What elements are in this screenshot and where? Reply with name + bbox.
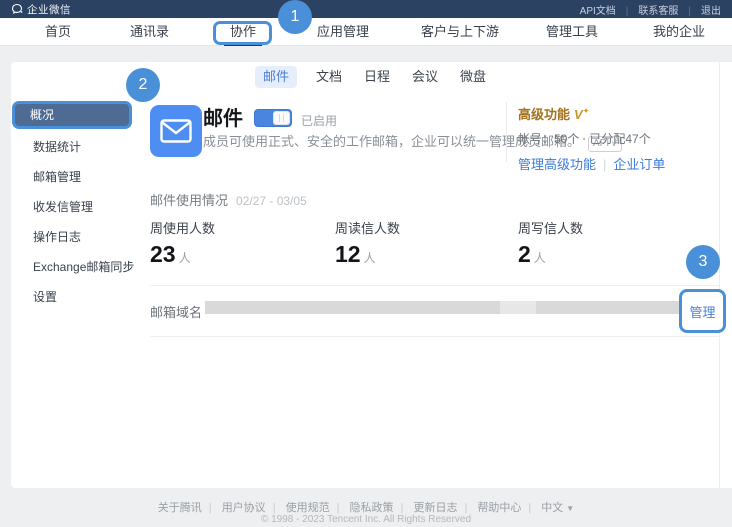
- tab-docs[interactable]: 文档: [308, 66, 350, 88]
- vip-icon: V✦: [574, 107, 589, 122]
- mail-app-icon: [150, 105, 202, 157]
- link-separator: |: [603, 157, 606, 172]
- dot-separator: ·: [582, 132, 586, 146]
- tab-meeting[interactable]: 会议: [404, 66, 446, 88]
- footer-links: 关于腾讯 用户协议 使用规范 隐私政策 更新日志 帮助中心 中文▼: [0, 499, 732, 515]
- topbar: 企业微信 API文档 联系客服 退出: [0, 0, 732, 18]
- copyright-text: © 1998 - 2023 Tencent Inc. All Rights Re…: [0, 514, 732, 525]
- stat-weekly-readers: 周读信人数 12人: [335, 218, 400, 268]
- app-title: 邮件: [203, 102, 243, 131]
- accounts-total: 帐号：50个: [518, 132, 579, 146]
- nav-item-customers[interactable]: 客户与上下游: [421, 18, 499, 46]
- sidebar-item-operation-log[interactable]: 操作日志: [11, 222, 135, 252]
- manage-domain-button[interactable]: 管理: [679, 289, 726, 333]
- stat-value: 12: [335, 241, 361, 267]
- manage-premium-link[interactable]: 管理高级功能: [518, 157, 596, 172]
- nav-item-contacts[interactable]: 通讯录: [130, 18, 169, 46]
- annotation-step-1: 1: [278, 0, 312, 34]
- stat-weekly-writers: 周写信人数 2人: [518, 218, 583, 268]
- nav-item-my-company[interactable]: 我的企业: [653, 18, 705, 46]
- main-nav: 首页 通讯录 协作 应用管理 客户与上下游 管理工具 我的企业: [0, 18, 732, 46]
- usage-title: 邮件使用情况: [150, 193, 228, 208]
- premium-block: 高级功能 V✦ 帐号：50个·已分配47个 管理高级功能 | 企业订单: [518, 104, 665, 173]
- sidebar-item-overview[interactable]: 概况: [12, 101, 132, 129]
- logout-link[interactable]: 退出: [696, 2, 726, 17]
- mail-domain-label: 邮箱域名: [150, 302, 202, 321]
- annotation-step-3: 3: [686, 245, 720, 279]
- stat-label: 周使用人数: [150, 218, 215, 237]
- manage-label: 管理: [689, 302, 715, 321]
- sparkle-icon: ✦: [583, 107, 590, 116]
- brand-logo[interactable]: 企业微信: [11, 2, 71, 17]
- sidebar-item-send-receive-mgmt[interactable]: 收发信管理: [11, 192, 135, 222]
- envelope-icon: [160, 119, 192, 143]
- wecom-admin-screen: 企业微信 API文档 联系客服 退出 首页 通讯录 协作 应用管理 客户与上下游…: [0, 0, 732, 527]
- about-tencent-link[interactable]: 关于腾讯: [158, 502, 219, 514]
- sidebar-item-mailbox-mgmt[interactable]: 邮箱管理: [11, 162, 135, 192]
- stat-weekly-users: 周使用人数 23人: [150, 218, 215, 268]
- sub-tabs: 邮件 文档 日程 会议 微盘: [11, 62, 732, 92]
- brand-name: 企业微信: [27, 2, 71, 17]
- nav-item-home[interactable]: 首页: [45, 18, 71, 46]
- mail-sidebar: 概况 数据统计 邮箱管理 收发信管理 操作日志 Exchange邮箱同步 设置: [11, 98, 135, 312]
- premium-title: 高级功能 V✦: [518, 104, 665, 123]
- language-label: 中文: [541, 502, 563, 514]
- sidebar-item-settings[interactable]: 设置: [11, 282, 135, 312]
- accounts-assigned: 已分配47个: [589, 132, 650, 146]
- enable-status-label: 已启用: [301, 112, 337, 129]
- vertical-divider: [506, 102, 507, 162]
- tab-drive[interactable]: 微盘: [452, 66, 494, 88]
- caret-down-icon: ▼: [566, 504, 574, 513]
- changelog-link[interactable]: 更新日志: [413, 502, 474, 514]
- toggle-knob: [273, 111, 290, 125]
- scrollbar-track[interactable]: [719, 62, 720, 488]
- divider: [150, 336, 719, 337]
- stat-label: 周写信人数: [518, 218, 583, 237]
- stat-value: 2: [518, 241, 531, 267]
- help-center-link[interactable]: 帮助中心: [477, 502, 538, 514]
- stat-unit: 人: [534, 251, 546, 265]
- stat-unit: 人: [364, 251, 376, 265]
- annotation-box-collaboration: [213, 21, 272, 45]
- domain-redacted-segment: [500, 301, 536, 314]
- page-footer: 关于腾讯 用户协议 使用规范 隐私政策 更新日志 帮助中心 中文▼ © 1998…: [0, 488, 732, 527]
- stat-unit: 人: [179, 251, 191, 265]
- wecom-chat-bubble-icon: [11, 3, 23, 15]
- topbar-links: API文档 联系客服 退出: [575, 0, 726, 18]
- premium-title-text: 高级功能: [518, 107, 570, 122]
- usage-date-range: 02/27 - 03/05: [236, 194, 307, 208]
- company-orders-link[interactable]: 企业订单: [613, 157, 665, 172]
- domain-redacted-bar: [205, 301, 692, 314]
- nav-item-tools[interactable]: 管理工具: [546, 18, 598, 46]
- enable-toggle[interactable]: [254, 109, 292, 127]
- usage-rules-link[interactable]: 使用规范: [286, 502, 347, 514]
- stat-label: 周读信人数: [335, 218, 400, 237]
- sidebar-item-exchange-sync[interactable]: Exchange邮箱同步: [11, 252, 135, 282]
- sidebar-item-statistics[interactable]: 数据统计: [11, 132, 135, 162]
- nav-item-apps[interactable]: 应用管理: [317, 18, 369, 46]
- premium-links: 管理高级功能 | 企业订单: [518, 154, 665, 173]
- premium-accounts: 帐号：50个·已分配47个: [518, 130, 665, 147]
- annotation-step-2: 2: [126, 68, 160, 102]
- tab-calendar[interactable]: 日程: [356, 66, 398, 88]
- content-panel: 邮件 文档 日程 会议 微盘 概况 数据统计 邮箱管理 收发信管理 操作日志 E…: [11, 62, 732, 488]
- usage-section-header: 邮件使用情况 02/27 - 03/05: [150, 190, 307, 209]
- user-agreement-link[interactable]: 用户协议: [222, 502, 283, 514]
- language-selector[interactable]: 中文▼: [541, 502, 574, 514]
- contact-support-link[interactable]: 联系客服: [633, 2, 696, 17]
- api-docs-link[interactable]: API文档: [575, 2, 634, 17]
- stat-value: 23: [150, 241, 176, 267]
- tab-mail[interactable]: 邮件: [255, 66, 297, 88]
- privacy-policy-link[interactable]: 隐私政策: [350, 502, 411, 514]
- divider: [150, 285, 719, 286]
